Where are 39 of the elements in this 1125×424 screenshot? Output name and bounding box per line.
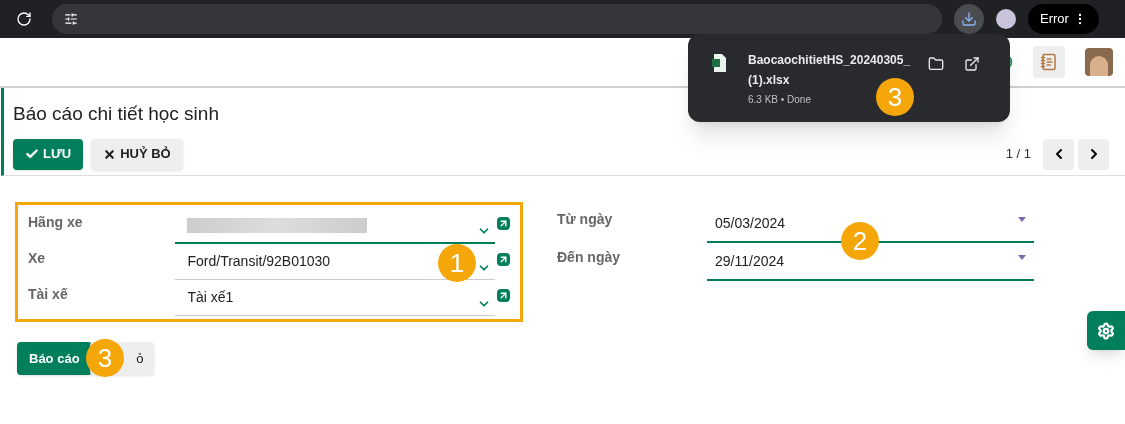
- field-label: Hãng xe: [28, 213, 84, 232]
- annotation-badge: 2: [841, 222, 879, 260]
- site-settings-icon[interactable]: [64, 12, 78, 26]
- notes-button[interactable]: [1033, 46, 1065, 78]
- field-label: Từ ngày: [557, 210, 614, 229]
- file-name[interactable]: BaocaochitietHS_20240305_: [748, 50, 918, 70]
- open-external-icon[interactable]: [964, 56, 980, 72]
- open-link-icon[interactable]: [497, 289, 510, 302]
- profile-button[interactable]: Error: [1028, 4, 1099, 34]
- dropdown-icon[interactable]: [1018, 216, 1026, 222]
- secondary-button[interactable]: HUỶ BỎ: [91, 138, 183, 170]
- open-link-icon[interactable]: [497, 253, 510, 266]
- previous-button[interactable]: [1043, 138, 1074, 170]
- field-label: Tài xế: [28, 285, 69, 304]
- settings-icon: [1097, 321, 1115, 340]
- dropdown-icon[interactable]: [1018, 254, 1026, 260]
- reload-icon[interactable]: [16, 11, 32, 27]
- open-link-icon[interactable]: [497, 217, 510, 230]
- primary-button[interactable]: Báo cáo: [17, 342, 92, 375]
- primary-button[interactable]: LƯU: [13, 138, 84, 170]
- select-field[interactable]: Tài xế1: [175, 280, 496, 316]
- download-status: 6.3 KB • Done: [748, 93, 811, 107]
- spreadsheet-icon: [712, 54, 726, 72]
- notebook-icon: [1040, 53, 1058, 71]
- annotation-badge: 3: [86, 339, 124, 377]
- pager-text: 1 / 1: [1005, 145, 1031, 164]
- check-icon: [25, 147, 39, 161]
- annotation-badge: 1: [438, 244, 476, 282]
- download-icon: [961, 11, 977, 27]
- page-title: Báo cáo chi tiết học sinh: [13, 102, 220, 126]
- field-label: Đến ngày: [557, 248, 621, 267]
- field-label: Xe: [28, 249, 47, 268]
- folder-icon[interactable]: [928, 56, 944, 72]
- annotation-badge: 3: [876, 78, 914, 116]
- profile-avatar[interactable]: [996, 9, 1016, 29]
- settings-button[interactable]: [1087, 311, 1125, 350]
- close-icon: [103, 147, 117, 161]
- download-button[interactable]: [954, 4, 984, 34]
- next-button[interactable]: [1078, 138, 1109, 170]
